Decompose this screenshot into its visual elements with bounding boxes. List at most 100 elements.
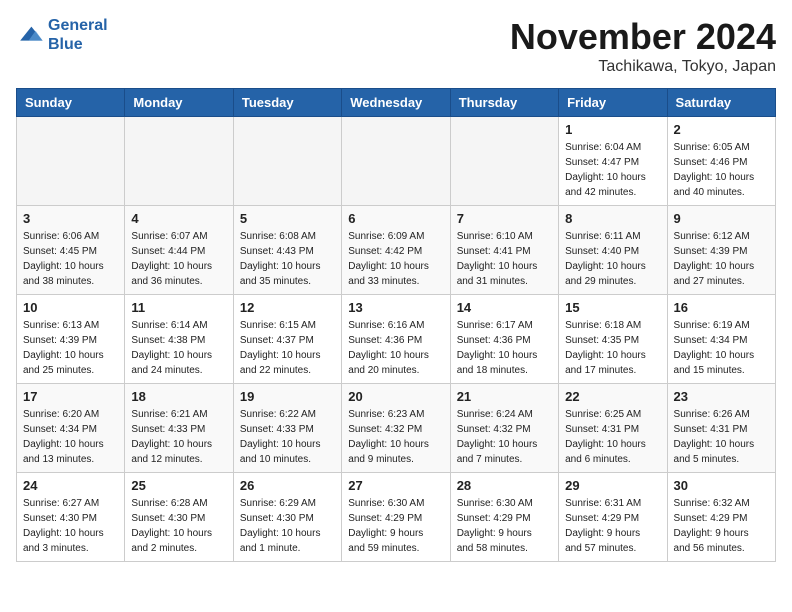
calendar-cell: 24 Sunrise: 6:27 AM Sunset: 4:30 PM Dayli… bbox=[17, 473, 125, 562]
calendar-cell: 11 Sunrise: 6:14 AM Sunset: 4:38 PM Dayli… bbox=[125, 295, 233, 384]
day-info: Sunrise: 6:27 AM Sunset: 4:30 PM Dayligh… bbox=[23, 496, 118, 556]
calendar-cell: 15 Sunrise: 6:18 AM Sunset: 4:35 PM Dayli… bbox=[559, 295, 667, 384]
day-info: Sunrise: 6:28 AM Sunset: 4:30 PM Dayligh… bbox=[131, 496, 226, 556]
weekday-header: Monday bbox=[125, 89, 233, 117]
calendar-cell bbox=[17, 117, 125, 206]
day-number: 25 bbox=[131, 478, 226, 493]
logo-general: General bbox=[48, 17, 108, 34]
day-number: 16 bbox=[674, 300, 769, 315]
day-number: 26 bbox=[240, 478, 335, 493]
calendar-cell: 13 Sunrise: 6:16 AM Sunset: 4:36 PM Dayli… bbox=[342, 295, 450, 384]
calendar-cell bbox=[450, 117, 558, 206]
location: Tachikawa, Tokyo, Japan bbox=[510, 58, 776, 76]
calendar-week-row: 1Sunrise: 6:04 AM Sunset: 4:47 PM Daylig… bbox=[17, 117, 776, 206]
day-number: 13 bbox=[348, 300, 443, 315]
calendar-week-row: 10Sunrise: 6:13 AM Sunset: 4:39 PM Dayli… bbox=[17, 295, 776, 384]
calendar-cell: 30 Sunrise: 6:32 AM Sunset: 4:29 PM Dayli… bbox=[667, 473, 775, 562]
day-number: 7 bbox=[457, 211, 552, 226]
calendar-cell: 26 Sunrise: 6:29 AM Sunset: 4:30 PM Dayli… bbox=[233, 473, 341, 562]
weekday-header: Sunday bbox=[17, 89, 125, 117]
calendar-cell: 28 Sunrise: 6:30 AM Sunset: 4:29 PM Dayli… bbox=[450, 473, 558, 562]
day-info: Sunrise: 6:09 AM Sunset: 4:42 PM Dayligh… bbox=[348, 229, 443, 289]
month-title: November 2024 bbox=[510, 16, 776, 58]
day-info: Sunrise: 6:18 AM Sunset: 4:35 PM Dayligh… bbox=[565, 318, 660, 378]
day-info: Sunrise: 6:26 AM Sunset: 4:31 PM Dayligh… bbox=[674, 407, 769, 467]
calendar-cell: 27 Sunrise: 6:30 AM Sunset: 4:29 PM Dayli… bbox=[342, 473, 450, 562]
calendar-cell: 1Sunrise: 6:04 AM Sunset: 4:47 PM Daylig… bbox=[559, 117, 667, 206]
calendar-cell: 19 Sunrise: 6:22 AM Sunset: 4:33 PM Dayli… bbox=[233, 384, 341, 473]
calendar-cell: 29Sunrise: 6:31 AM Sunset: 4:29 PM Dayli… bbox=[559, 473, 667, 562]
day-number: 3 bbox=[23, 211, 118, 226]
day-number: 24 bbox=[23, 478, 118, 493]
day-info: Sunrise: 6:30 AM Sunset: 4:29 PM Dayligh… bbox=[457, 496, 552, 556]
day-number: 30 bbox=[674, 478, 769, 493]
calendar-cell: 16 Sunrise: 6:19 AM Sunset: 4:34 PM Dayli… bbox=[667, 295, 775, 384]
day-number: 1 bbox=[565, 122, 660, 137]
weekday-header: Tuesday bbox=[233, 89, 341, 117]
weekday-header: Saturday bbox=[667, 89, 775, 117]
day-info: Sunrise: 6:20 AM Sunset: 4:34 PM Dayligh… bbox=[23, 407, 118, 467]
day-info: Sunrise: 6:29 AM Sunset: 4:30 PM Dayligh… bbox=[240, 496, 335, 556]
calendar-week-row: 17 Sunrise: 6:20 AM Sunset: 4:34 PM Dayli… bbox=[17, 384, 776, 473]
calendar-cell: 14 Sunrise: 6:17 AM Sunset: 4:36 PM Dayli… bbox=[450, 295, 558, 384]
day-number: 18 bbox=[131, 389, 226, 404]
weekday-header: Thursday bbox=[450, 89, 558, 117]
logo: General Blue bbox=[16, 16, 108, 54]
day-info: Sunrise: 6:07 AM Sunset: 4:44 PM Dayligh… bbox=[131, 229, 226, 289]
day-number: 27 bbox=[348, 478, 443, 493]
calendar-cell: 17 Sunrise: 6:20 AM Sunset: 4:34 PM Dayli… bbox=[17, 384, 125, 473]
day-info: Sunrise: 6:05 AM Sunset: 4:46 PM Dayligh… bbox=[674, 140, 769, 200]
day-number: 19 bbox=[240, 389, 335, 404]
day-number: 8 bbox=[565, 211, 660, 226]
day-number: 20 bbox=[348, 389, 443, 404]
day-info: Sunrise: 6:17 AM Sunset: 4:36 PM Dayligh… bbox=[457, 318, 552, 378]
calendar-week-row: 3 Sunrise: 6:06 AM Sunset: 4:45 PM Daylig… bbox=[17, 206, 776, 295]
day-info: Sunrise: 6:14 AM Sunset: 4:38 PM Dayligh… bbox=[131, 318, 226, 378]
calendar-cell: 2 Sunrise: 6:05 AM Sunset: 4:46 PM Daylig… bbox=[667, 117, 775, 206]
day-info: Sunrise: 6:19 AM Sunset: 4:34 PM Dayligh… bbox=[674, 318, 769, 378]
weekday-header: Friday bbox=[559, 89, 667, 117]
calendar-cell bbox=[342, 117, 450, 206]
calendar-cell bbox=[125, 117, 233, 206]
day-info: Sunrise: 6:22 AM Sunset: 4:33 PM Dayligh… bbox=[240, 407, 335, 467]
day-info: Sunrise: 6:11 AM Sunset: 4:40 PM Dayligh… bbox=[565, 229, 660, 289]
day-number: 28 bbox=[457, 478, 552, 493]
calendar-header-row: SundayMondayTuesdayWednesdayThursdayFrid… bbox=[17, 89, 776, 117]
title-block: November 2024 Tachikawa, Tokyo, Japan bbox=[510, 16, 776, 76]
day-info: Sunrise: 6:10 AM Sunset: 4:41 PM Dayligh… bbox=[457, 229, 552, 289]
calendar-cell: 3 Sunrise: 6:06 AM Sunset: 4:45 PM Daylig… bbox=[17, 206, 125, 295]
day-number: 5 bbox=[240, 211, 335, 226]
day-info: Sunrise: 6:32 AM Sunset: 4:29 PM Dayligh… bbox=[674, 496, 769, 556]
calendar-cell: 10Sunrise: 6:13 AM Sunset: 4:39 PM Dayli… bbox=[17, 295, 125, 384]
calendar-cell: 25 Sunrise: 6:28 AM Sunset: 4:30 PM Dayli… bbox=[125, 473, 233, 562]
calendar-cell: 7 Sunrise: 6:10 AM Sunset: 4:41 PM Daylig… bbox=[450, 206, 558, 295]
day-number: 11 bbox=[131, 300, 226, 315]
day-number: 10 bbox=[23, 300, 118, 315]
calendar: SundayMondayTuesdayWednesdayThursdayFrid… bbox=[16, 88, 776, 562]
day-info: Sunrise: 6:06 AM Sunset: 4:45 PM Dayligh… bbox=[23, 229, 118, 289]
day-number: 15 bbox=[565, 300, 660, 315]
day-number: 17 bbox=[23, 389, 118, 404]
weekday-header: Wednesday bbox=[342, 89, 450, 117]
calendar-cell: 6Sunrise: 6:09 AM Sunset: 4:42 PM Daylig… bbox=[342, 206, 450, 295]
day-info: Sunrise: 6:30 AM Sunset: 4:29 PM Dayligh… bbox=[348, 496, 443, 556]
day-info: Sunrise: 6:12 AM Sunset: 4:39 PM Dayligh… bbox=[674, 229, 769, 289]
day-info: Sunrise: 6:23 AM Sunset: 4:32 PM Dayligh… bbox=[348, 407, 443, 467]
calendar-cell: 20 Sunrise: 6:23 AM Sunset: 4:32 PM Dayli… bbox=[342, 384, 450, 473]
day-number: 2 bbox=[674, 122, 769, 137]
calendar-cell: 4 Sunrise: 6:07 AM Sunset: 4:44 PM Daylig… bbox=[125, 206, 233, 295]
calendar-cell: 8 Sunrise: 6:11 AM Sunset: 4:40 PM Daylig… bbox=[559, 206, 667, 295]
day-number: 14 bbox=[457, 300, 552, 315]
day-info: Sunrise: 6:24 AM Sunset: 4:32 PM Dayligh… bbox=[457, 407, 552, 467]
day-info: Sunrise: 6:21 AM Sunset: 4:33 PM Dayligh… bbox=[131, 407, 226, 467]
logo-blue: Blue bbox=[48, 35, 108, 54]
day-number: 4 bbox=[131, 211, 226, 226]
day-number: 12 bbox=[240, 300, 335, 315]
day-number: 23 bbox=[674, 389, 769, 404]
calendar-cell: 23 Sunrise: 6:26 AM Sunset: 4:31 PM Dayli… bbox=[667, 384, 775, 473]
logo-icon bbox=[16, 21, 44, 49]
day-info: Sunrise: 6:16 AM Sunset: 4:36 PM Dayligh… bbox=[348, 318, 443, 378]
calendar-cell: 22Sunrise: 6:25 AM Sunset: 4:31 PM Dayli… bbox=[559, 384, 667, 473]
day-info: Sunrise: 6:25 AM Sunset: 4:31 PM Dayligh… bbox=[565, 407, 660, 467]
calendar-cell: 21Sunrise: 6:24 AM Sunset: 4:32 PM Dayli… bbox=[450, 384, 558, 473]
